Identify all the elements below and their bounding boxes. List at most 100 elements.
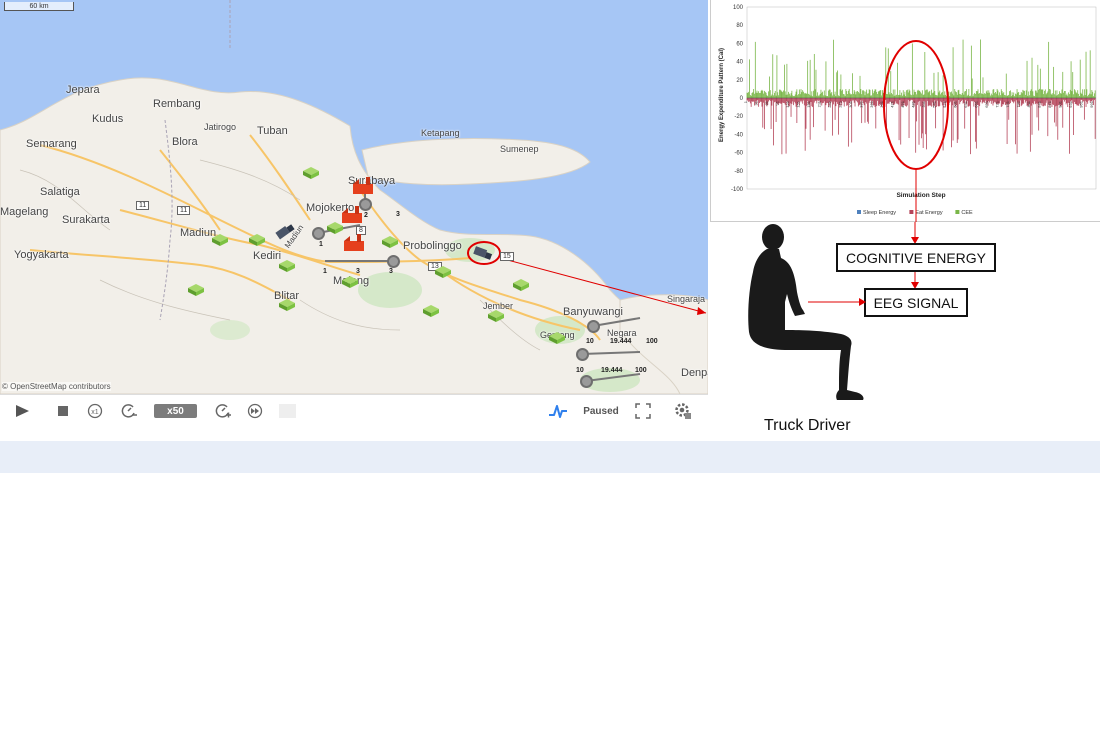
activity-chart-icon [549, 405, 567, 418]
depot-icon[interactable] [380, 235, 400, 249]
depot-icon[interactable] [547, 331, 567, 345]
slow-down-icon [121, 404, 137, 418]
route-number: 1 [319, 241, 323, 248]
route-node[interactable] [359, 198, 372, 211]
city-label: Sumenep [500, 144, 539, 154]
y-tick-label: -60 [734, 151, 743, 157]
city-label: Salatiga [40, 186, 80, 198]
svg-text:x1: x1 [91, 409, 99, 416]
x-tick-label: 331 [858, 100, 863, 107]
depot-icon[interactable] [247, 233, 267, 247]
depot-icon[interactable] [421, 304, 441, 318]
stop-button[interactable] [54, 403, 72, 419]
y-tick-label: -20 [734, 114, 743, 120]
speed-x1-icon: x1 [87, 403, 103, 419]
x-tick-label: 541 [932, 100, 937, 107]
x-tick-label: 991 [1089, 100, 1094, 107]
route-node[interactable] [587, 320, 600, 333]
x-tick-label: 811 [1026, 100, 1031, 107]
x-tick-label: 121 [785, 100, 790, 107]
x-tick-label: 481 [911, 100, 916, 107]
y-tick-label: -80 [734, 169, 743, 175]
depot-icon[interactable] [486, 309, 506, 323]
depot-icon[interactable] [340, 275, 360, 289]
city-label: Banyuwangi [563, 306, 623, 318]
depot-icon[interactable] [277, 298, 297, 312]
simulation-map[interactable]: 60 km Jepara Rembang Kudus Jatirogo Tuba… [0, 0, 708, 394]
x-tick-label: 511 [921, 100, 926, 107]
city-label: Semarang [26, 138, 77, 150]
x-tick-label: 91 [774, 100, 779, 105]
road-shield: 11 [177, 206, 191, 215]
depot-icon[interactable] [301, 166, 321, 180]
x-tick-label: 211 [816, 100, 821, 107]
city-label: Surakarta [62, 214, 110, 226]
route-node[interactable] [580, 375, 593, 388]
fullscreen-icon [635, 403, 651, 419]
map-scale-bar: 60 km [4, 2, 74, 11]
legend-swatch [857, 210, 861, 214]
route-node[interactable] [312, 227, 325, 240]
chart-view-button[interactable] [548, 403, 568, 419]
status-label: Paused [583, 405, 619, 417]
route-number: 10 [586, 338, 594, 345]
x-tick-label: 421 [890, 100, 895, 107]
route-number: 1 [323, 268, 327, 275]
y-tick-label: 60 [736, 41, 743, 47]
route-number: 3 [389, 268, 393, 275]
settings-button[interactable] [673, 403, 693, 419]
legend-swatch [955, 210, 960, 214]
y-tick-label: 100 [733, 5, 744, 11]
route-number: 3 [356, 268, 360, 275]
factory-icon[interactable] [343, 233, 365, 253]
x-axis-label: Simulation Step [896, 192, 945, 199]
route-node[interactable] [387, 255, 400, 268]
x-tick-label: 451 [900, 100, 905, 107]
city-label: Tuban [257, 125, 288, 137]
x-tick-label: 61 [764, 100, 769, 105]
chart-bars [746, 39, 1096, 155]
factory-icon[interactable] [352, 176, 374, 196]
route-node[interactable] [576, 348, 589, 361]
depot-icon[interactable] [186, 283, 206, 297]
stop-icon [58, 406, 68, 416]
city-label: Yogyakarta [14, 249, 69, 261]
speed-x1-button[interactable]: x1 [86, 403, 104, 419]
y-axis-label: Energy Expenditure Pattern (Cal) [719, 48, 725, 142]
x-tick-label: 661 [974, 100, 979, 107]
slower-button[interactable] [119, 403, 139, 419]
route-number: 19.444 [610, 338, 632, 345]
y-tick-label: -40 [734, 132, 743, 138]
fast-forward-button[interactable] [246, 403, 264, 419]
map-attribution: © OpenStreetMap contributors [2, 382, 111, 391]
x-tick-label: 781 [1015, 100, 1020, 107]
x-tick-label: 691 [984, 100, 989, 107]
city-label: Negara [607, 328, 637, 338]
depot-icon[interactable] [511, 278, 531, 292]
arrow-down-icon [911, 272, 919, 289]
fullscreen-button[interactable] [634, 403, 652, 419]
depot-icon[interactable] [210, 233, 230, 247]
x-tick-label: 901 [1057, 100, 1062, 107]
road-shield: 15 [500, 252, 514, 261]
arrow-down-icon [911, 222, 919, 244]
route-number: 10 [576, 367, 584, 374]
driver-caption: Truck Driver [764, 417, 851, 434]
y-tick-label: -100 [731, 187, 744, 193]
route-number: 100 [635, 367, 647, 374]
depot-icon[interactable] [277, 259, 297, 273]
eeg-signal-box: EEG SIGNAL [864, 288, 968, 317]
faster-button[interactable] [213, 403, 233, 419]
legend-label: CEE [961, 210, 973, 216]
x-tick-label: 931 [1068, 100, 1073, 107]
city-label: Jepara [66, 84, 100, 96]
depot-icon[interactable] [433, 265, 453, 279]
road-shield: 11 [136, 201, 150, 210]
x-tick-label: 151 [795, 100, 800, 107]
play-button[interactable] [12, 403, 32, 419]
city-label: Jatirogo [204, 122, 237, 132]
footer-band [0, 441, 1100, 473]
x-tick-label: 31 [753, 100, 758, 105]
screen: 60 km Jepara Rembang Kudus Jatirogo Tuba… [0, 0, 1100, 736]
y-tick-label: 20 [736, 78, 743, 84]
